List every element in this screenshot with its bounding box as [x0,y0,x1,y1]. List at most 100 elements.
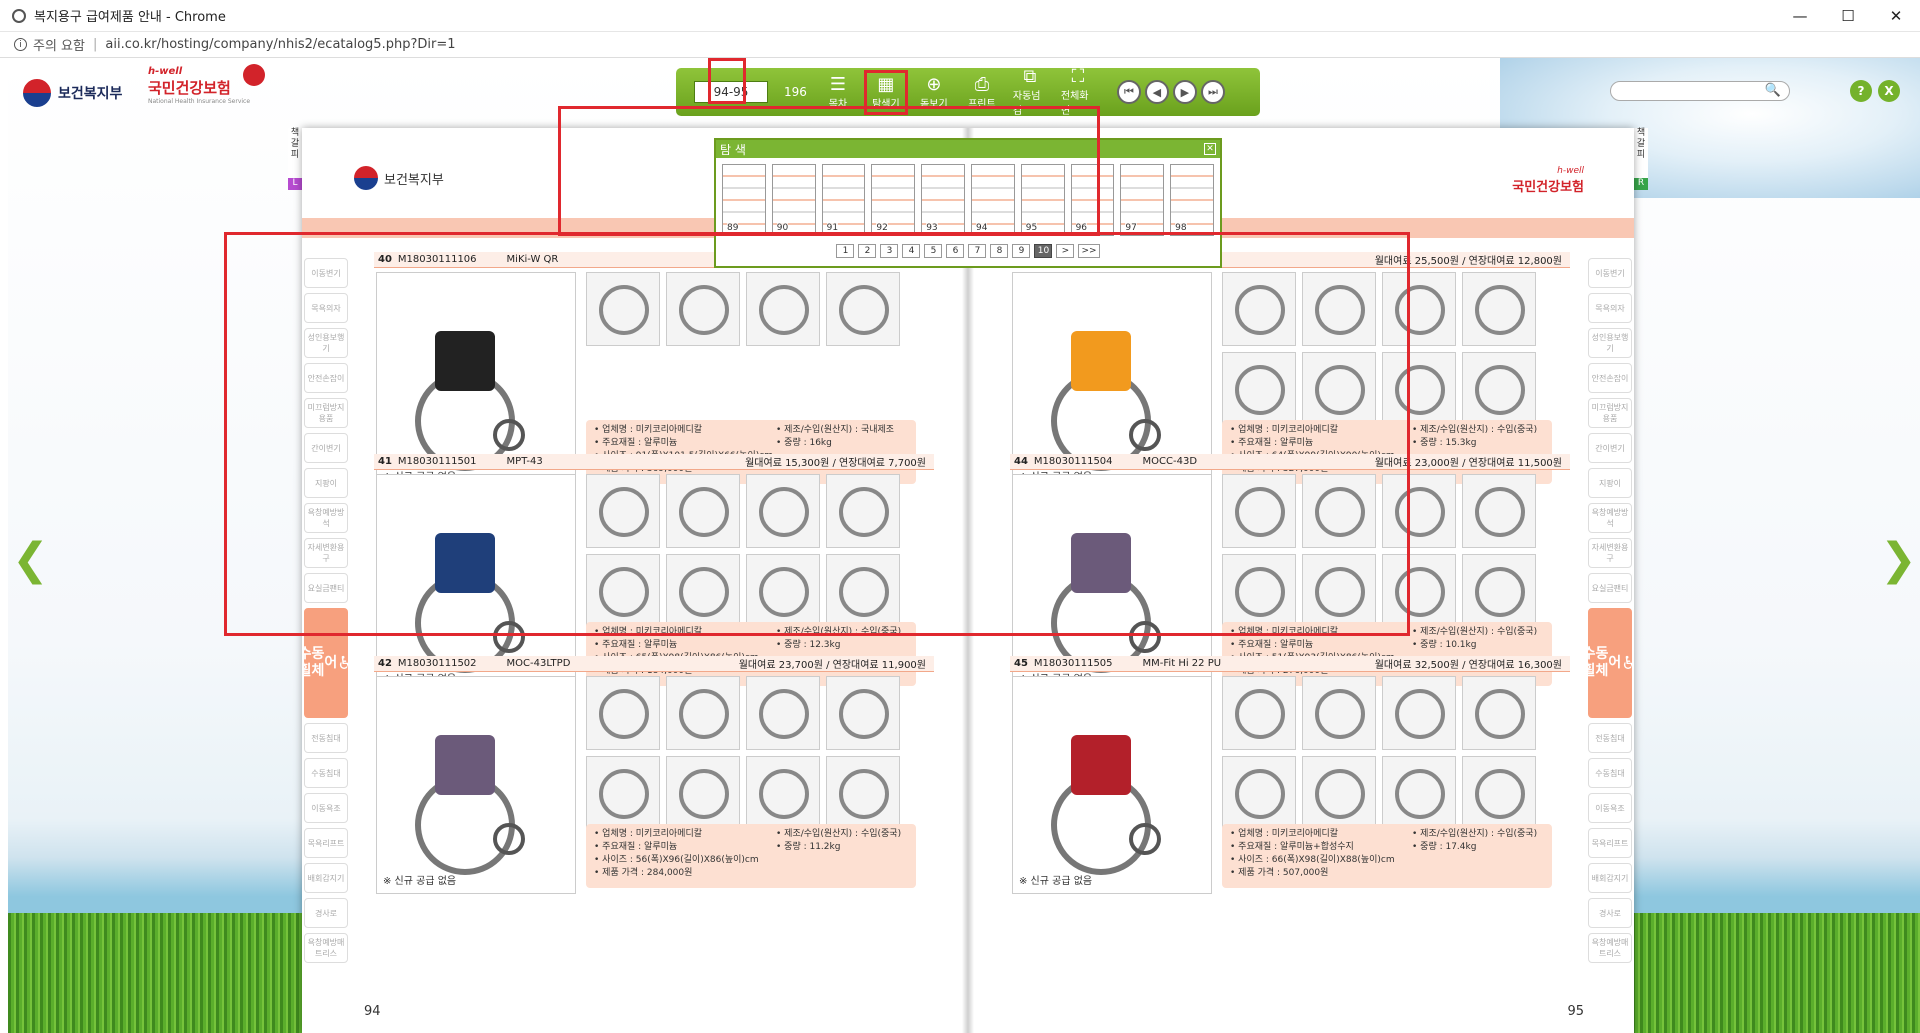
detail-image[interactable] [1382,474,1456,548]
next-page-icon[interactable]: ▶ [1172,80,1197,104]
pager-button[interactable]: 8 [990,244,1009,258]
detail-image[interactable] [666,554,740,628]
category-tab[interactable]: 욕창예방방석 [1588,503,1632,533]
category-tab[interactable]: 배회감지기 [304,863,348,893]
explorer-thumb[interactable]: 97 [1120,164,1165,236]
product-main-image[interactable]: ※ 신규 공급 없음 [376,676,576,894]
category-tab[interactable]: 간이변기 [1588,433,1632,463]
explorer-button[interactable]: ▦ 탐색기 [863,69,908,115]
category-tab[interactable]: 안전손잡이 [1588,363,1632,393]
detail-image[interactable] [826,756,900,830]
category-tab[interactable]: 목욕의자 [1588,293,1632,323]
category-tab[interactable]: 성인용보행기 [1588,328,1632,358]
pager-button[interactable]: 9 [1012,244,1031,258]
category-tab[interactable]: 지팡이 [304,468,348,498]
detail-image[interactable] [666,756,740,830]
detail-image[interactable] [1302,352,1376,426]
detail-image[interactable] [1382,352,1456,426]
detail-image[interactable] [1382,676,1456,750]
category-tab[interactable]: 이동욕조 [304,793,348,823]
category-tab[interactable]: 자세변환용구 [1588,538,1632,568]
category-tab[interactable]: 미끄럼방지용품 [1588,398,1632,428]
category-tab[interactable]: 요실금팬티 [304,573,348,603]
last-page-icon[interactable]: ⏭ [1200,80,1225,104]
detail-image[interactable] [746,474,820,548]
print-button[interactable]: ⎙ 프린트 [965,74,999,110]
detail-image[interactable] [1462,272,1536,346]
detail-image[interactable] [1462,676,1536,750]
pager-button[interactable]: 7 [968,244,987,258]
explorer-thumb[interactable]: 96 [1070,164,1115,236]
page-input[interactable]: 94-95 [694,81,768,103]
detail-image[interactable] [826,474,900,548]
detail-image[interactable] [1222,756,1296,830]
category-tab-active[interactable]: 수 휠동 체 어 ♿ [302,608,353,718]
explorer-thumb[interactable]: 93 [921,164,965,236]
detail-image[interactable] [826,676,900,750]
category-tab[interactable]: 지팡이 [1588,468,1632,498]
category-tab[interactable]: 요실금팬티 [1588,573,1632,603]
detail-image[interactable] [666,272,740,346]
category-tab[interactable]: 미끄럼방지용품 [304,398,348,428]
fullscreen-button[interactable]: ⛶ 전체화면 [1061,67,1095,118]
detail-image[interactable] [1462,474,1536,548]
exit-button[interactable]: X [1878,80,1900,102]
detail-image[interactable] [826,272,900,346]
pager-button[interactable]: 1 [836,244,855,258]
explorer-thumb[interactable]: 98 [1170,164,1214,236]
detail-image[interactable] [826,554,900,628]
detail-image[interactable] [746,756,820,830]
detail-image[interactable] [1462,756,1536,830]
explorer-thumb[interactable]: 95 [1020,164,1065,236]
pager-button[interactable]: 2 [858,244,877,258]
minimize-button[interactable]: — [1776,0,1824,32]
detail-image[interactable] [746,554,820,628]
category-tab[interactable]: 이동욕조 [1588,793,1632,823]
pager-button[interactable]: 6 [946,244,965,258]
address-bar[interactable]: i 주의 요함 | aii.co.kr/hosting/company/nhis… [0,32,1920,58]
detail-image[interactable] [1382,756,1456,830]
category-tab[interactable]: 간이변기 [304,433,348,463]
pager-button[interactable]: 3 [880,244,899,258]
category-tab[interactable]: 전동침대 [1588,723,1632,753]
help-button[interactable]: ? [1850,80,1872,102]
explorer-thumb[interactable]: 91 [821,164,866,236]
detail-image[interactable] [586,676,660,750]
detail-image[interactable] [1302,756,1376,830]
maximize-button[interactable]: ☐ [1824,0,1872,32]
detail-image[interactable] [1222,352,1296,426]
autoflip-button[interactable]: ⧉ 자동넘김 [1013,67,1047,118]
detail-image[interactable] [1302,272,1376,346]
category-tab[interactable]: 이동변기 [1588,258,1632,288]
category-tab[interactable]: 수동침대 [1588,758,1632,788]
explorer-thumb[interactable]: 94 [970,164,1015,236]
detail-image[interactable] [1302,554,1376,628]
close-button[interactable]: ✕ [1872,0,1920,32]
category-tab[interactable]: 목욕리프트 [304,828,348,858]
category-tab[interactable]: 목욕의자 [304,293,348,323]
detail-image[interactable] [1222,554,1296,628]
url-text[interactable]: aii.co.kr/hosting/company/nhis2/ecatalog… [105,37,455,52]
category-tab[interactable]: 자세변환용구 [304,538,348,568]
category-tab[interactable]: 이동변기 [304,258,348,288]
product-main-image[interactable]: ※ 신규 공급 없음 [1012,676,1212,894]
detail-image[interactable] [1222,474,1296,548]
pager-button[interactable]: > [1056,244,1075,258]
category-tab[interactable]: 성인용보행기 [304,328,348,358]
category-tab[interactable]: 경사로 [1588,898,1632,928]
category-tab[interactable]: 안전손잡이 [304,363,348,393]
detail-image[interactable] [1462,352,1536,426]
first-page-icon[interactable]: ⏮ [1116,80,1141,104]
detail-image[interactable] [1382,554,1456,628]
pager-button[interactable]: 4 [902,244,921,258]
magnifier-button[interactable]: ⊕ 돋보기 [917,74,951,110]
category-tab[interactable]: 욕창예방매트리스 [1588,933,1632,963]
detail-image[interactable] [1382,272,1456,346]
detail-image[interactable] [1302,474,1376,548]
explorer-thumb[interactable]: 89 [722,164,766,236]
explorer-thumb[interactable]: 90 [771,164,816,236]
category-tab-active[interactable]: 수 휠동 체 어 ♿ [1583,608,1634,718]
category-tab[interactable]: 수동침대 [304,758,348,788]
search-icon[interactable]: 🔍 [1765,83,1781,98]
prev-page-icon[interactable]: ◀ [1144,80,1169,104]
